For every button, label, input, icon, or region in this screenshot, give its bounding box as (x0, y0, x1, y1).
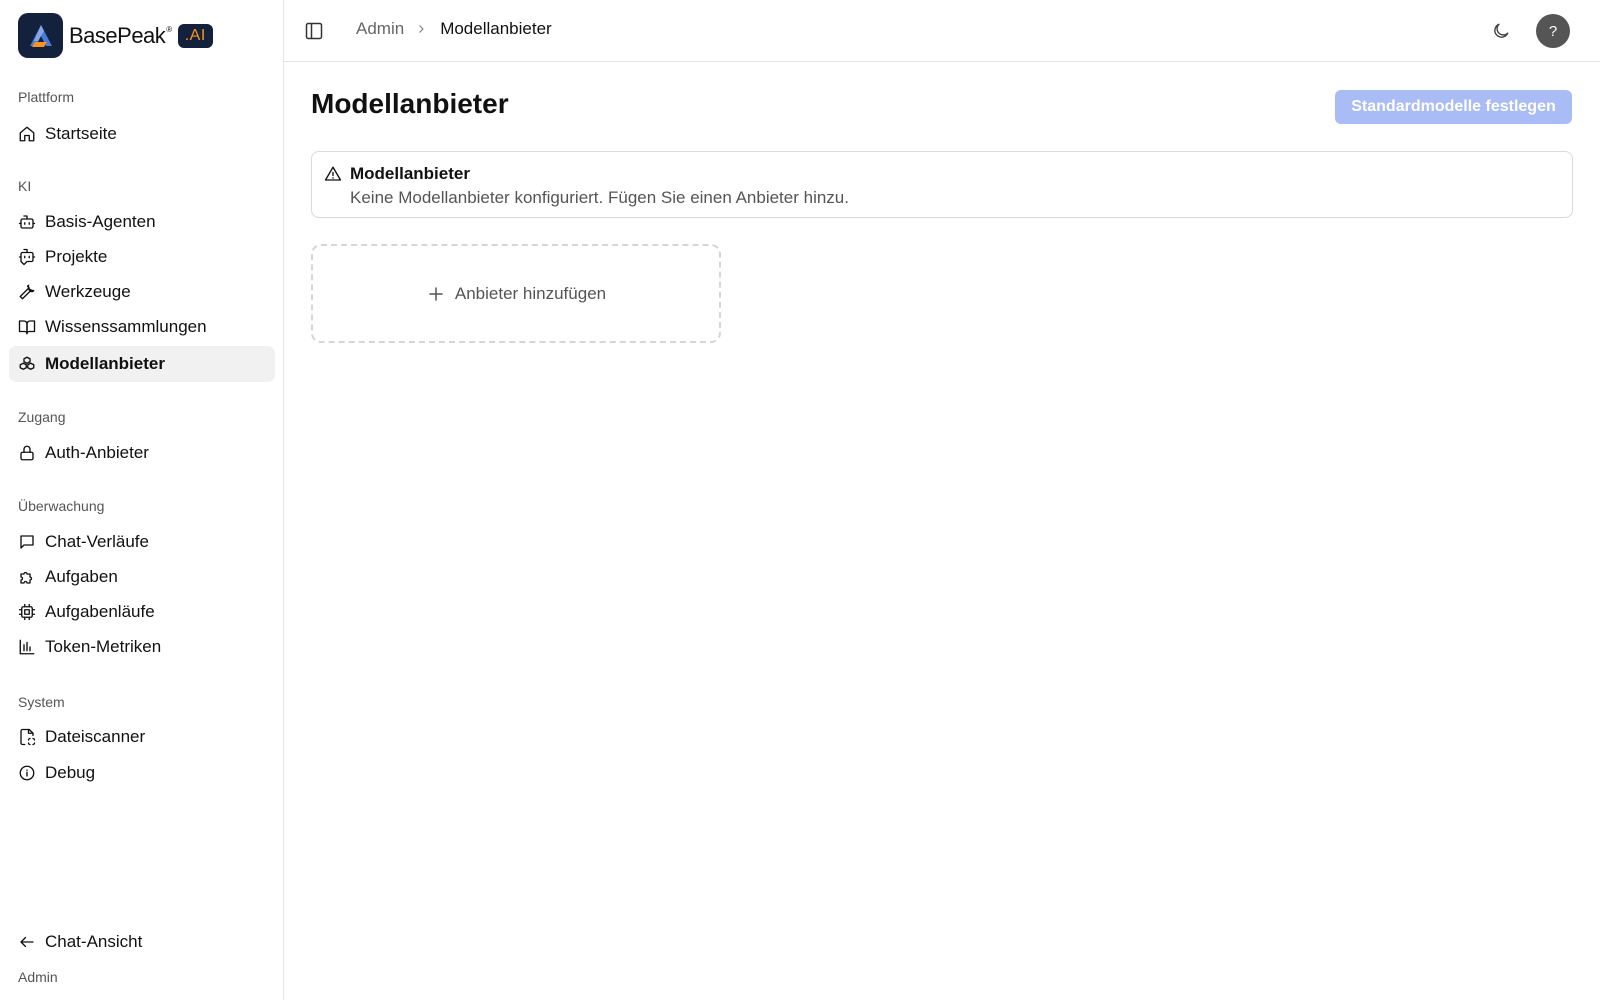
sidebar-item-debug[interactable]: Debug (9, 755, 275, 791)
chat-view-label: Chat-Ansicht (45, 932, 143, 951)
home-icon (18, 125, 36, 143)
nav-section-plattform: Plattform (18, 89, 75, 105)
empty-state-alert: Modellanbieter Keine Modellanbieter konf… (311, 151, 1573, 218)
sidebar-item-label: Wissenssammlungen (45, 317, 207, 336)
book-open-icon (18, 318, 36, 336)
sidebar-item-basis-agenten[interactable]: Basis-Agenten (9, 204, 275, 240)
current-role-label: Admin (18, 969, 58, 985)
info-icon (18, 764, 36, 782)
boxes-icon (18, 355, 36, 373)
sidebar-item-label: Debug (45, 763, 96, 782)
alert-description: Keine Modellanbieter konfiguriert. Fügen… (350, 188, 849, 207)
file-scan-icon (18, 728, 36, 746)
wrench-icon (18, 283, 36, 301)
add-provider-card[interactable]: Anbieter hinzufügen (311, 244, 721, 343)
chat-view-link[interactable]: Chat-Ansicht (9, 924, 275, 960)
topbar: Admin Modellanbieter ? (284, 0, 1600, 62)
sidebar-item-auth-anbieter[interactable]: Auth-Anbieter (9, 435, 275, 471)
brand-name: BasePeak ® (69, 22, 172, 48)
puzzle-icon (18, 568, 36, 586)
alert-triangle-icon (324, 165, 342, 183)
sidebar-item-token-metriken[interactable]: Token-Metriken (9, 629, 275, 665)
sidebar-item-label: Chat-Verläufe (45, 532, 149, 551)
sidebar-item-modellanbieter[interactable]: Modellanbieter (9, 346, 275, 382)
sidebar: BasePeak ® .AI Plattform Startseite KI Ba… (0, 0, 284, 1000)
sidebar-item-aufgabenlaeufe[interactable]: Aufgabenläufe (9, 594, 275, 630)
sidebar-item-projekte[interactable]: Projekte (9, 239, 275, 275)
sidebar-item-label: Dateiscanner (45, 727, 146, 746)
sidebar-item-label: Aufgaben (45, 567, 118, 586)
nav-section-system: System (18, 694, 65, 710)
sidebar-item-label: Auth-Anbieter (45, 443, 149, 462)
sidebar-item-chat-verlaeufe[interactable]: Chat-Verläufe (9, 524, 275, 560)
sidebar-item-startseite[interactable]: Startseite (9, 116, 275, 152)
sidebar-item-label: Modellanbieter (45, 354, 165, 373)
sidebar-item-dateiscanner[interactable]: Dateiscanner (9, 719, 275, 755)
bot-icon (18, 213, 36, 231)
sidebar-item-label: Startseite (45, 124, 117, 143)
brand-suffix-badge: .AI (177, 23, 213, 48)
bar-chart-icon (18, 638, 36, 656)
brand-logo[interactable]: BasePeak ® .AI (18, 13, 213, 58)
sidebar-item-label: Token-Metriken (45, 637, 162, 656)
help-avatar[interactable]: ? (1536, 14, 1570, 48)
sidebar-item-label: Werkzeuge (45, 282, 131, 301)
sidebar-item-label: Basis-Agenten (45, 212, 156, 231)
panel-left-icon[interactable] (304, 21, 324, 41)
arrow-left-icon (18, 933, 36, 951)
breadcrumb: Admin Modellanbieter (356, 19, 552, 39)
chevron-right-icon (415, 22, 429, 36)
bot-message-icon (18, 248, 36, 266)
sidebar-item-aufgaben[interactable]: Aufgaben (9, 559, 275, 595)
breadcrumb-admin[interactable]: Admin (356, 19, 404, 39)
sidebar-item-werkzeuge[interactable]: Werkzeuge (9, 274, 275, 310)
brand-mark-icon (18, 13, 63, 58)
lock-icon (18, 444, 36, 462)
nav-section-ueberwachung: Überwachung (18, 498, 105, 514)
moon-icon[interactable] (1491, 21, 1511, 41)
sidebar-item-wissenssammlungen[interactable]: Wissenssammlungen (9, 309, 275, 345)
nav-section-ki: KI (18, 178, 32, 194)
breadcrumb-current: Modellanbieter (440, 19, 552, 38)
cpu-icon (18, 603, 36, 621)
alert-title: Modellanbieter (350, 164, 470, 183)
page-title: Modellanbieter (311, 88, 509, 119)
nav-section-zugang: Zugang (18, 409, 66, 425)
sidebar-item-label: Aufgabenläufe (45, 602, 155, 621)
message-square-icon (18, 533, 36, 551)
set-default-models-button[interactable]: Standardmodelle festlegen (1335, 90, 1572, 124)
plus-icon (426, 284, 446, 304)
add-provider-label: Anbieter hinzufügen (454, 283, 607, 303)
sidebar-item-label: Projekte (45, 247, 108, 266)
